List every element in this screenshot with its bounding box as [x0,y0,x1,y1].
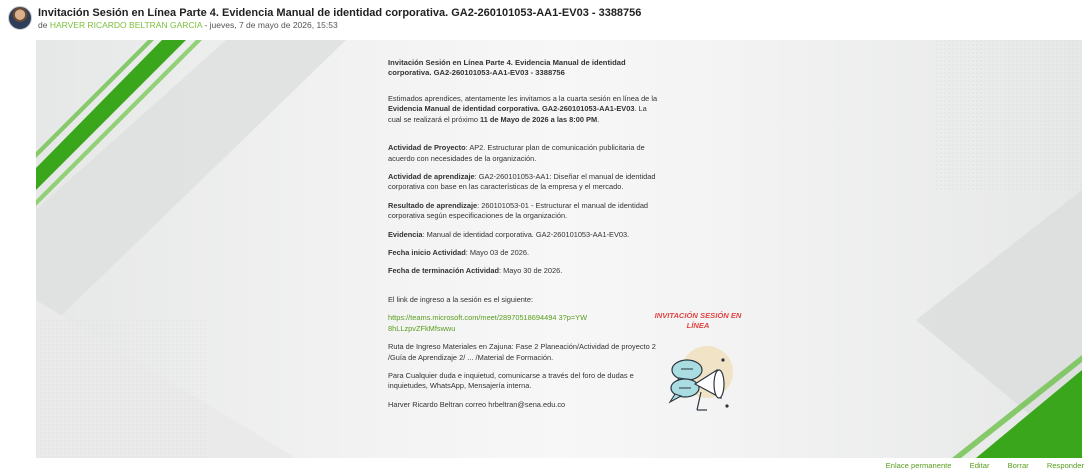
message-title: Invitación Sesión en Línea Parte 4. Evid… [388,58,626,77]
chat-megaphone-illustration [668,346,733,411]
reply-link[interactable]: Responder [1047,461,1084,470]
detail-label: Actividad de aprendizaje [388,172,475,182]
detail-label: Fecha inicio Actividad [388,248,466,258]
session-link[interactable]: https://teams.microsoft.com/meet/2897051… [388,313,588,334]
author-link[interactable]: HARVER RICARDO BELTRAN GARCIA [50,20,202,30]
post-date: - jueves, 7 de mayo de 2026, 15:53 [204,20,338,30]
detail-text: : Mayo 30 de 2026. [499,266,563,276]
byline-prefix: de [38,20,48,30]
detail-end-date: Fecha de terminación Actividad: Mayo 30 … [388,266,658,276]
post-header: Invitación Sesión en Línea Parte 4. Evid… [8,4,1080,34]
detail-learning-result: Resultado de aprendizaje: 260101053-01 -… [388,201,658,222]
detail-label: Fecha de terminación Actividad [388,266,500,276]
delete-link[interactable]: Borrar [1008,461,1029,470]
detail-text: : Manual de identidad corporativa. GA2-2… [422,229,630,239]
detail-evidence: Evidencia: Manual de identidad corporati… [388,230,658,240]
post-content-card: Invitación Sesión en Línea Parte 4. Evid… [36,40,1082,458]
avatar[interactable] [8,6,32,30]
intro-evidence: Evidencia Manual de identidad corporativ… [388,104,635,114]
intro-end: . [597,114,600,124]
intro-text: Estimados aprendices, atentamente les in… [388,94,658,103]
edit-link[interactable]: Editar [970,461,990,470]
detail-text: : Mayo 03 de 2026. [465,248,530,258]
message-body: Invitación Sesión en Línea Parte 4. Evid… [388,58,658,410]
post-actions: Enlace permanente Editar Borrar Responde… [870,461,1084,470]
route-text: Ruta de Ingreso Materiales en Zajuna: Fa… [388,342,656,362]
doubts-text: Para Cualquier duda e inquietud, comunic… [388,370,634,391]
invite-heading: INVITACIÓN SESIÓN EN LÍNEA [654,311,742,330]
session-date: 11 de Mayo de 2026 a las 8:00 PM [480,114,598,124]
permalink-link[interactable]: Enlace permanente [886,461,952,470]
link-intro: El link de ingreso a la sesión es el sig… [388,294,534,304]
post-byline: de HARVER RICARDO BELTRAN GARCIA - jueve… [38,20,338,30]
signature: Harver Ricardo Beltran correo hrbeltran@… [388,399,566,409]
detail-label: Evidencia [388,229,423,239]
detail-learning-activity: Actividad de aprendizaje: GA2-260101053-… [388,172,658,193]
detail-start-date: Fecha inicio Actividad: Mayo 03 de 2026. [388,248,658,258]
intro-paragraph: Estimados aprendices, atentamente les in… [388,94,658,125]
post-title: Invitación Sesión en Línea Parte 4. Evid… [38,7,642,19]
detail-project-activity: Actividad de Proyecto: AP2. Estructurar … [388,143,658,164]
detail-label: Resultado de aprendizaje [388,200,478,210]
detail-label: Actividad de Proyecto [388,143,466,153]
